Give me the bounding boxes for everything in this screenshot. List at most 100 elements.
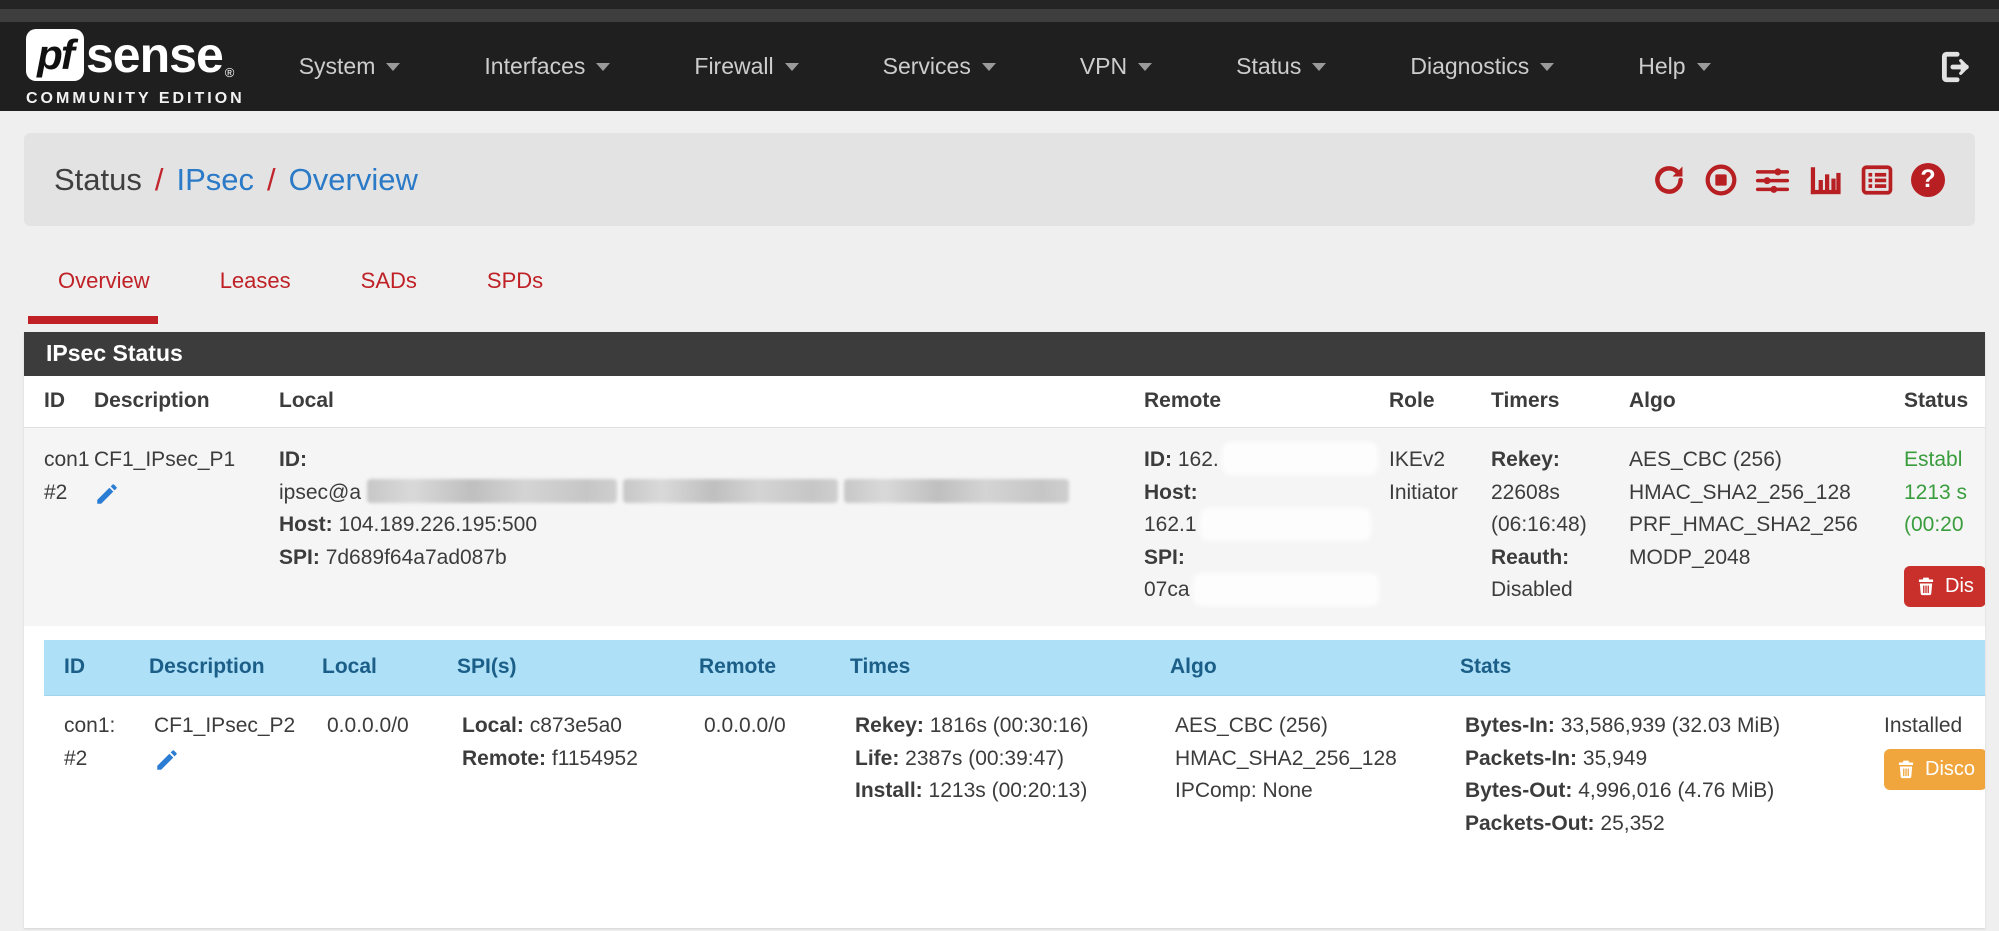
top-strip — [0, 0, 1999, 9]
status-text: Installed — [1884, 710, 1985, 743]
col-remote: Remote — [684, 640, 835, 696]
breadcrumb-separator: / — [155, 162, 164, 198]
registered-mark: ® — [225, 65, 235, 80]
table-row: con1: #2 CF1_IPsec_P2 0.0.0.0/0 — [44, 696, 1985, 885]
nav-item-diagnostics[interactable]: Diagnostics — [1410, 53, 1554, 80]
col-id: ID — [44, 640, 134, 696]
child-table-header-row: ID Description Local SPI(s) Remote Times… — [44, 640, 1985, 696]
panel-title: IPsec Status — [24, 332, 1985, 376]
tab-spds[interactable]: SPDs — [487, 268, 543, 324]
col-stats: Stats — [1445, 640, 1864, 696]
cell-timers: Rekey: 22608s (06:16:48) Reauth: Disable… — [1491, 428, 1629, 626]
cell-local: 0.0.0.0/0 — [307, 696, 442, 885]
chevron-down-icon — [1312, 63, 1326, 71]
col-algo: Algo — [1629, 376, 1904, 428]
child-table-wrapper-row: ID Description Local SPI(s) Remote Times… — [24, 626, 1985, 929]
cell-stats: Bytes-In: 33,586,939 (32.03 MiB) Packets… — [1445, 696, 1864, 885]
breadcrumb-section: Status — [54, 162, 142, 198]
breadcrumb-link-ipsec[interactable]: IPsec — [177, 162, 255, 198]
pf-logo-box: pf — [26, 29, 84, 81]
chevron-down-icon — [386, 63, 400, 71]
redacted-blur — [1196, 576, 1376, 603]
chevron-down-icon — [785, 63, 799, 71]
redacted-blur — [844, 479, 1069, 503]
cell-status: Installed Disco — [1864, 696, 1985, 885]
parent-table-header-row: ID Description Local Remote Role Timers … — [24, 376, 1985, 428]
col-description: Description — [134, 640, 307, 696]
cell-status: Establ 1213 s (00:20 Dis — [1904, 428, 1985, 626]
breadcrumb-link-overview[interactable]: Overview — [289, 162, 418, 198]
help-icon[interactable]: ? — [1911, 163, 1945, 197]
cell-algo: AES_CBC (256) HMAC_SHA2_256_128 PRF_HMAC… — [1629, 428, 1904, 626]
nav-item-vpn[interactable]: VPN — [1080, 53, 1152, 80]
col-times: Times — [835, 640, 1155, 696]
cell-description: CF1_IPsec_P2 — [134, 696, 307, 885]
disconnect-p1-button[interactable]: Dis — [1904, 566, 1985, 607]
chevron-down-icon — [596, 63, 610, 71]
cell-spis: Local: c873e5a0 Remote: f1154952 — [442, 696, 684, 885]
status-tabs: Overview Leases SADs SPDs — [24, 268, 1975, 324]
breadcrumb-bar: Status / IPsec / Overview — [24, 133, 1975, 226]
cell-description: CF1_IPsec_P1 — [94, 428, 279, 626]
refresh-icon[interactable] — [1651, 162, 1686, 197]
col-remote: Remote — [1144, 376, 1389, 428]
nav-item-system[interactable]: System — [299, 53, 401, 80]
col-algo: Algo — [1155, 640, 1445, 696]
nav-item-services[interactable]: Services — [883, 53, 996, 80]
log-list-icon[interactable] — [1859, 162, 1894, 197]
edit-pencil-icon[interactable] — [94, 481, 120, 507]
chevron-down-icon — [982, 63, 996, 71]
col-status: Status — [1904, 376, 1985, 428]
cell-times: Rekey: 1816s (00:30:16) Life: 2387s (00:… — [835, 696, 1155, 885]
col-blank — [1864, 640, 1985, 696]
cell-role: IKEv2 Initiator — [1389, 428, 1491, 626]
pf-logo-text: pf — [37, 31, 73, 79]
navbar: pf sense ® COMMUNITY EDITION System Inte… — [0, 22, 1999, 111]
ipsec-child-table: ID Description Local SPI(s) Remote Times… — [44, 640, 1985, 885]
redacted-blur — [367, 479, 617, 503]
tab-leases[interactable]: Leases — [220, 268, 291, 324]
disconnect-p2-button[interactable]: Disco — [1884, 749, 1985, 790]
col-local: Local — [307, 640, 442, 696]
bar-chart-icon[interactable] — [1807, 162, 1842, 197]
sign-out-icon[interactable] — [1937, 50, 1973, 84]
cell-local: ID: ipsec@a Host: 104.189.226.195:500 SP… — [279, 428, 1144, 626]
redacted-blur — [623, 479, 838, 503]
top-strip-light — [0, 9, 1999, 22]
redacted-blur — [1225, 445, 1375, 472]
tab-sads[interactable]: SADs — [361, 268, 417, 324]
chevron-down-icon — [1138, 63, 1152, 71]
col-role: Role — [1389, 376, 1491, 428]
col-id: ID — [24, 376, 94, 428]
cell-id: con1 #2 — [24, 428, 94, 626]
breadcrumb-separator: / — [267, 162, 276, 198]
nav-menu: System Interfaces Firewall Services VPN … — [299, 53, 1711, 80]
cell-remote: 0.0.0.0/0 — [684, 696, 835, 885]
table-row: con1 #2 CF1_IPsec_P1 ID: ipsec@a Host: 1… — [24, 428, 1985, 626]
local-id-line: ipsec@a — [279, 477, 1134, 510]
status-text: Establ 1213 s (00:20 — [1904, 444, 1985, 542]
col-local: Local — [279, 376, 1144, 428]
nav-item-interfaces[interactable]: Interfaces — [484, 53, 610, 80]
sense-logo-text: sense — [86, 26, 223, 84]
nav-item-status[interactable]: Status — [1236, 53, 1326, 80]
col-description: Description — [94, 376, 279, 428]
chevron-down-icon — [1540, 63, 1554, 71]
pfsense-logo[interactable]: pf sense ® COMMUNITY EDITION — [26, 26, 245, 108]
sliders-icon[interactable] — [1755, 162, 1790, 197]
community-edition-label: COMMUNITY EDITION — [26, 90, 245, 108]
col-spis: SPI(s) — [442, 640, 684, 696]
page-action-icons: ? — [1651, 162, 1945, 197]
stop-icon[interactable] — [1703, 162, 1738, 197]
tab-overview[interactable]: Overview — [58, 268, 150, 324]
ipsec-status-panel: IPsec Status ID Description Local Remote… — [24, 332, 1985, 928]
nav-item-firewall[interactable]: Firewall — [694, 53, 798, 80]
col-timers: Timers — [1491, 376, 1629, 428]
chevron-down-icon — [1697, 63, 1711, 71]
redacted-blur — [1203, 511, 1368, 538]
ipsec-parent-table: ID Description Local Remote Role Timers … — [24, 376, 1985, 928]
edit-pencil-icon[interactable] — [154, 747, 180, 773]
nav-item-help[interactable]: Help — [1638, 53, 1710, 80]
cell-remote: ID: 162. Host: 162.1 SPI: 07ca — [1144, 428, 1389, 626]
cell-id: con1: #2 — [44, 696, 134, 885]
